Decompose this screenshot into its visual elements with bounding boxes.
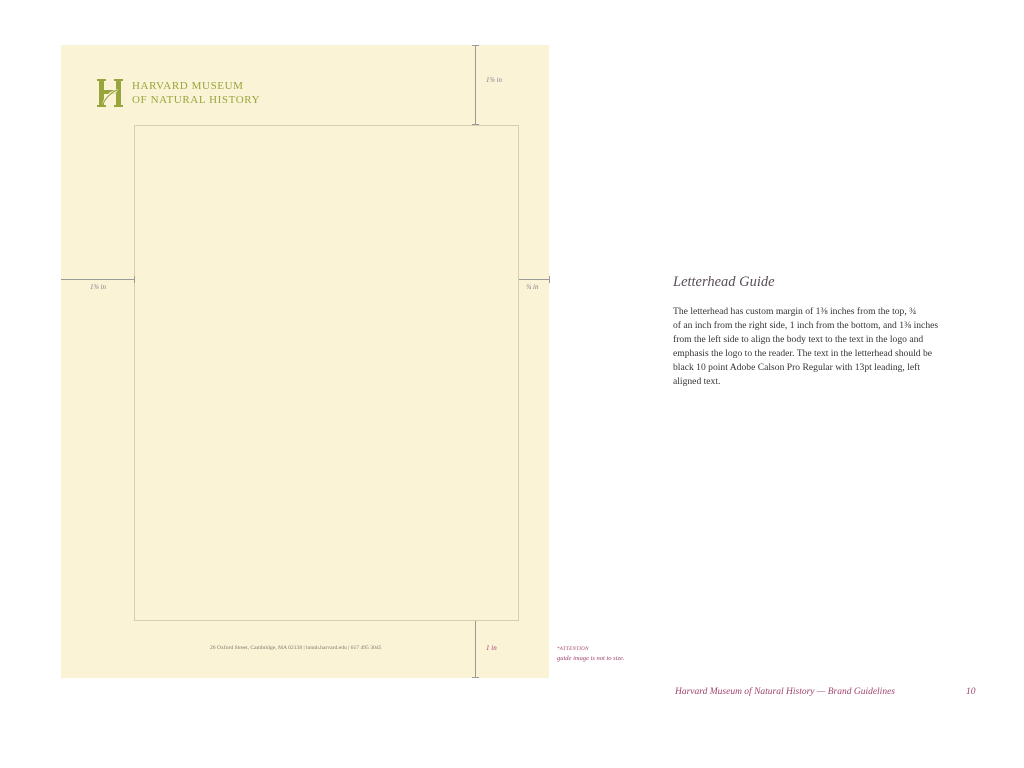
logo-wordmark: HARVARD MUSEUM OF NATURAL HISTORY: [132, 79, 260, 107]
harvard-h-leaf-icon: [97, 79, 123, 107]
right-margin-tick: [549, 276, 550, 283]
paragraph-line: emphasis the logo to the reader. The tex…: [673, 348, 933, 359]
museum-logo: HARVARD MUSEUM OF NATURAL HISTORY: [94, 77, 260, 109]
top-measure-label: 1⅜ in: [486, 76, 502, 84]
paragraph-line: black 10 point Adobe Calson Pro Regular …: [673, 362, 921, 373]
footer-title: Harvard Museum of Natural History — Bran…: [675, 687, 895, 697]
left-margin-guide: [61, 279, 134, 280]
guide-paragraph: The letterhead has custom margin of 1⅜ i…: [673, 305, 955, 389]
attention-note: *ATTENTION guide image is not to size.: [557, 645, 625, 663]
page-number: 10: [966, 687, 976, 697]
section-title: Letterhead Guide: [673, 274, 775, 290]
attention-text: guide image is not to size.: [557, 655, 625, 662]
left-measure-label: 1⅜ in: [90, 283, 106, 291]
paragraph-line: of an inch from the right side, 1 inch f…: [673, 320, 939, 331]
body-text-area: [134, 125, 519, 621]
letterhead-address: 26 Oxford Street, Cambridge, MA 02138 | …: [210, 645, 382, 651]
right-margin-guide: [519, 279, 549, 280]
paragraph-line: from the left side to align the body tex…: [673, 334, 924, 345]
top-margin-tick: [472, 124, 479, 125]
logo-line-2: OF NATURAL HISTORY: [132, 94, 261, 106]
left-margin-tick: [134, 276, 135, 283]
letterhead-sample: HARVARD MUSEUM OF NATURAL HISTORY 26 Oxf…: [61, 45, 549, 678]
logo-line-1: HARVARD MUSEUM: [132, 80, 244, 92]
paragraph-line: aligned text.: [673, 376, 721, 387]
top-margin-tick-top: [472, 45, 479, 46]
right-measure-label: ¾ in: [526, 283, 539, 291]
bottom-margin-tick: [472, 677, 479, 678]
top-margin-guide: [475, 45, 476, 125]
attention-label: *ATTENTION: [557, 647, 589, 652]
bottom-margin-guide: [475, 621, 476, 678]
paragraph-line: The letterhead has custom margin of 1⅜ i…: [673, 306, 917, 317]
bottom-measure-label: 1 in: [486, 644, 497, 652]
